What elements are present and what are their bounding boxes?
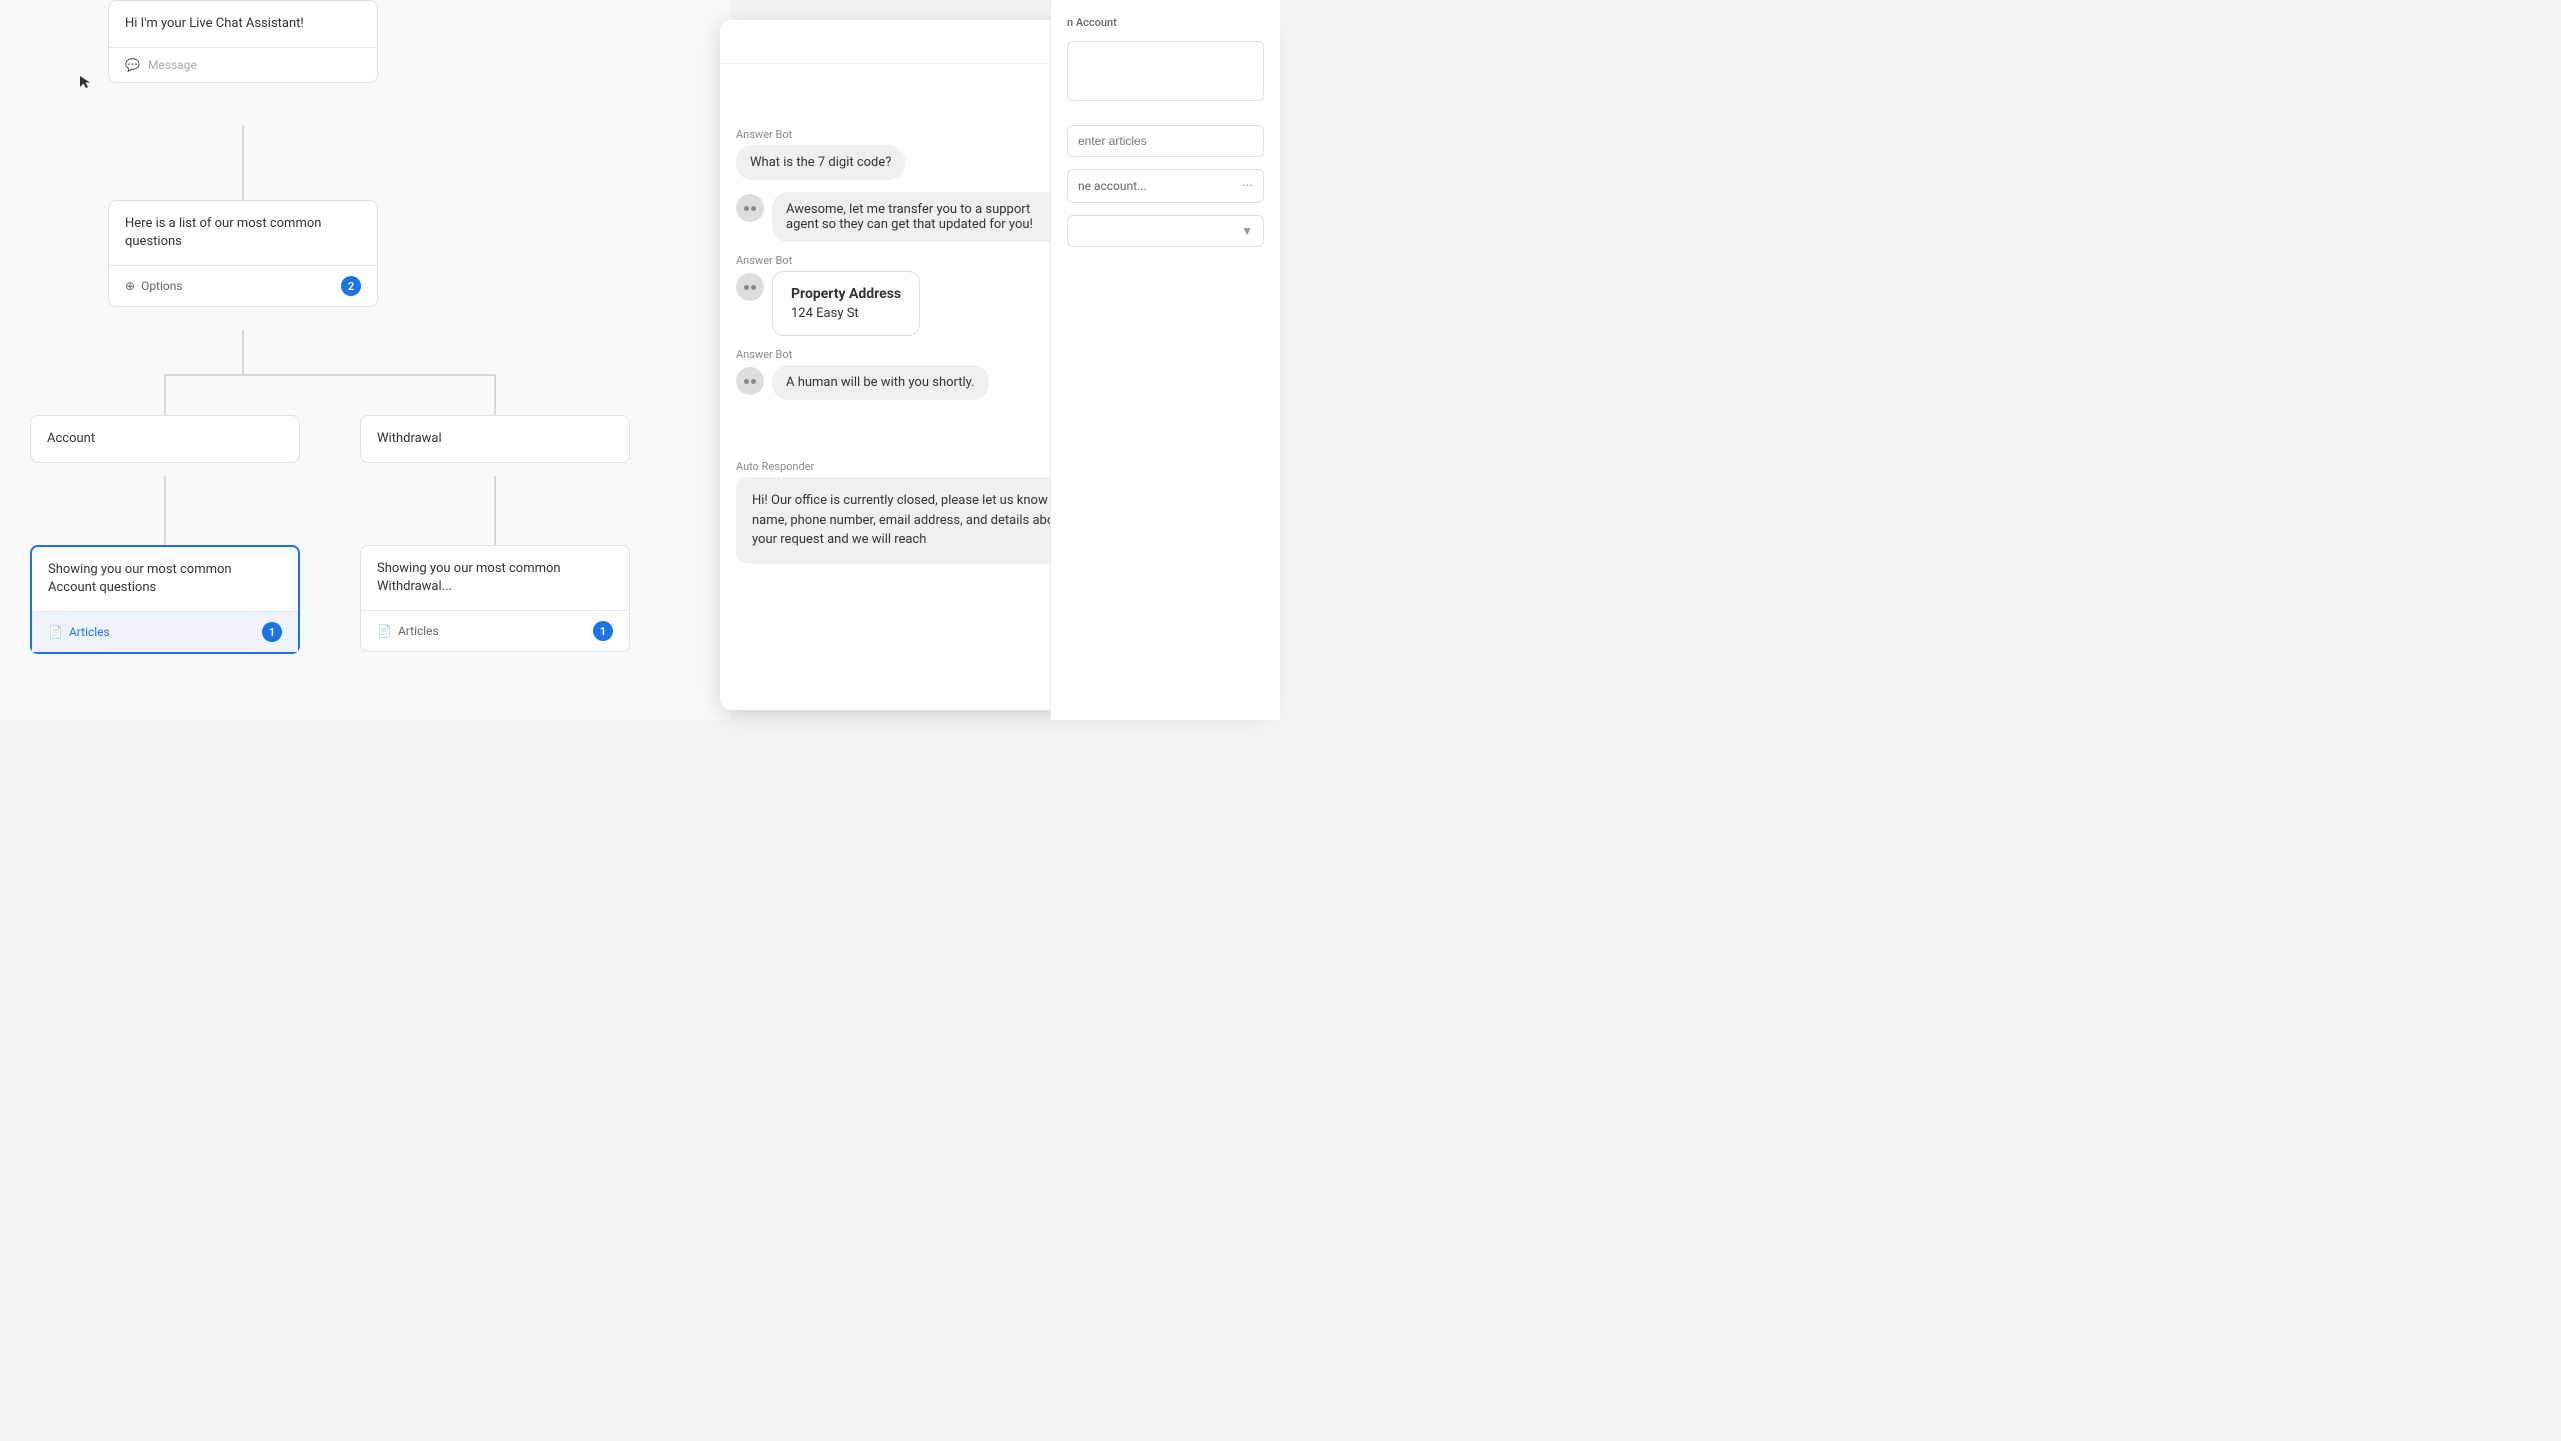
articles-icon: 📄: [48, 625, 63, 639]
result-account-count: 1: [262, 622, 282, 642]
branch-account-text: Account: [31, 416, 299, 462]
sidebar-account-textarea[interactable]: [1067, 41, 1264, 101]
result-account-footer-label: Articles: [69, 625, 110, 639]
property-address: 124 Easy St: [791, 306, 901, 321]
dot-3: [744, 285, 749, 290]
sidebar-account-label: n Account: [1067, 16, 1264, 29]
bot-avatar-dots-2: [744, 285, 756, 290]
flow-canvas: Hi I'm your Live Chat Assistant! 💬 Messa…: [0, 0, 730, 720]
bot-avatar-1: [736, 194, 764, 222]
bot-avatar-2: [736, 273, 764, 301]
questions-footer: ⊕ Options 2: [109, 265, 377, 306]
sidebar-articles-item-text: ne account...: [1078, 179, 1147, 193]
sidebar-more-icon[interactable]: ···: [1242, 178, 1253, 194]
property-bubble: Property Address 124 Easy St: [772, 271, 920, 336]
message-icon: 💬: [125, 58, 140, 72]
dot-4: [751, 285, 756, 290]
dot-6: [751, 379, 756, 384]
dot-1: [744, 206, 749, 211]
auto-responder-text: Hi! Our office is currently closed, plea…: [736, 477, 1096, 564]
chat-intro-node: Hi I'm your Live Chat Assistant! 💬 Messa…: [108, 0, 378, 83]
branch-account-node: Account: [30, 415, 300, 463]
human-bubble: A human will be with you shortly.: [772, 365, 989, 400]
question-bubble: What is the 7 digit code?: [736, 145, 905, 180]
withdrawal-articles-icon: 📄: [377, 624, 392, 638]
chevron-down-icon: ▼: [1241, 224, 1253, 238]
bot-avatar-dots-3: [744, 379, 756, 384]
bot-avatar-dots-1: [744, 206, 756, 211]
sidebar-dropdown-row[interactable]: ▼: [1067, 215, 1264, 247]
result-withdrawal-footer-label: Articles: [398, 624, 439, 638]
property-title: Property Address: [791, 286, 901, 302]
chat-intro-text: Hi I'm your Live Chat Assistant!: [109, 1, 377, 47]
options-label: Options: [141, 279, 183, 293]
result-withdrawal-node[interactable]: Showing you our most common Withdrawal..…: [360, 545, 630, 652]
options-icon: ⊕: [125, 279, 135, 293]
dot-2: [751, 206, 756, 211]
sidebar-articles-input[interactable]: [1067, 125, 1264, 157]
result-account-node[interactable]: Showing you our most common Account ques…: [30, 545, 300, 654]
right-sidebar: n Account ne account... ··· ▼: [1050, 0, 1280, 720]
result-withdrawal-count: 1: [593, 621, 613, 641]
transfer-bubble: Awesome, let me transfer you to a suppor…: [772, 192, 1072, 242]
questions-text: Here is a list of our most common questi…: [109, 201, 377, 265]
result-account-text: Showing you our most common Account ques…: [32, 547, 298, 611]
bot-avatar-3: [736, 367, 764, 395]
sidebar-articles-row[interactable]: ne account... ···: [1067, 169, 1264, 203]
message-input-row[interactable]: 💬 Message: [109, 47, 377, 82]
cursor: [78, 74, 94, 90]
branch-withdrawal-node: Withdrawal: [360, 415, 630, 463]
result-account-footer: 📄 Articles 1: [32, 611, 298, 652]
result-withdrawal-text: Showing you our most common Withdrawal..…: [361, 546, 629, 610]
questions-node: Here is a list of our most common questi…: [108, 200, 378, 307]
options-count: 2: [341, 276, 361, 296]
dot-5: [744, 379, 749, 384]
branch-withdrawal-text: Withdrawal: [361, 416, 629, 462]
message-placeholder: Message: [148, 58, 197, 72]
result-withdrawal-footer: 📄 Articles 1: [361, 610, 629, 651]
